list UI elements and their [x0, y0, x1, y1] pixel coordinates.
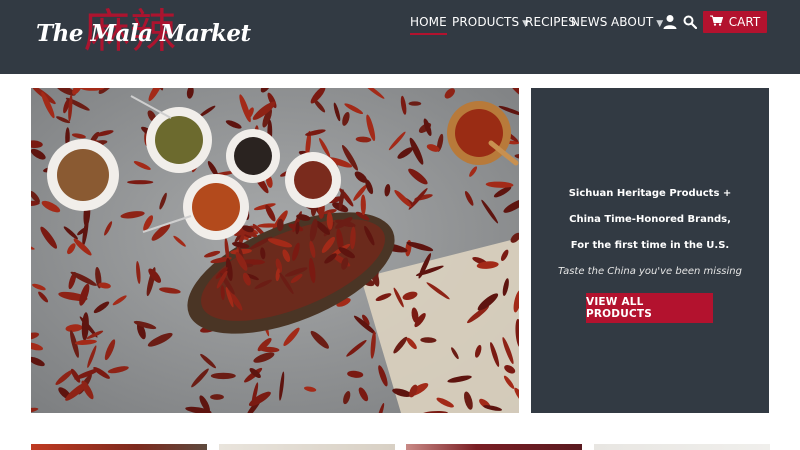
user-icon[interactable]	[663, 14, 679, 30]
cart-label: CART	[728, 15, 761, 29]
nav-recipes[interactable]: RECIPES	[525, 15, 576, 29]
product-thumbnail[interactable]	[31, 444, 207, 450]
cart-icon	[709, 15, 723, 29]
dried-chili-peppers-photo	[31, 88, 519, 413]
nav-home[interactable]: HOME	[410, 15, 447, 35]
cart-button[interactable]: CART	[703, 11, 767, 33]
chili-pepper	[210, 372, 236, 380]
nav-news[interactable]: NEWS	[571, 15, 607, 29]
promo-panel: Sichuan Heritage Products + China Time-H…	[531, 88, 769, 413]
nav-about-label: ABOUT	[611, 15, 654, 29]
promo-tagline: Taste the China you've been missing	[558, 266, 742, 277]
chili-pepper	[408, 101, 422, 106]
promo-line-2: China Time-Honored Brands,	[569, 214, 731, 225]
promo-line-3: For the first time in the U.S.	[570, 240, 730, 251]
site-logo[interactable]: 麻辣 The Mala Market	[32, 8, 251, 66]
hero-chili-photo	[31, 88, 519, 413]
site-header: 麻辣 The Mala Market HOME PRODUCTS ▼ RECIPE…	[0, 0, 800, 74]
product-thumbnail[interactable]	[219, 444, 395, 450]
promo-line-1: Sichuan Heritage Products +	[568, 188, 732, 199]
chili-pepper	[127, 180, 154, 185]
view-all-products-button[interactable]: VIEW ALL PRODUCTS	[586, 293, 713, 323]
product-thumbnail[interactable]	[594, 444, 770, 450]
logo-wordmark: The Mala Market	[36, 20, 251, 47]
chili-pepper	[210, 394, 224, 400]
product-thumbnail[interactable]	[406, 444, 582, 450]
search-icon[interactable]	[683, 14, 699, 30]
nav-about[interactable]: ABOUT ▼	[611, 15, 663, 29]
nav-products-label: PRODUCTS	[452, 15, 520, 29]
nav-products[interactable]: PRODUCTS ▼	[452, 15, 529, 29]
